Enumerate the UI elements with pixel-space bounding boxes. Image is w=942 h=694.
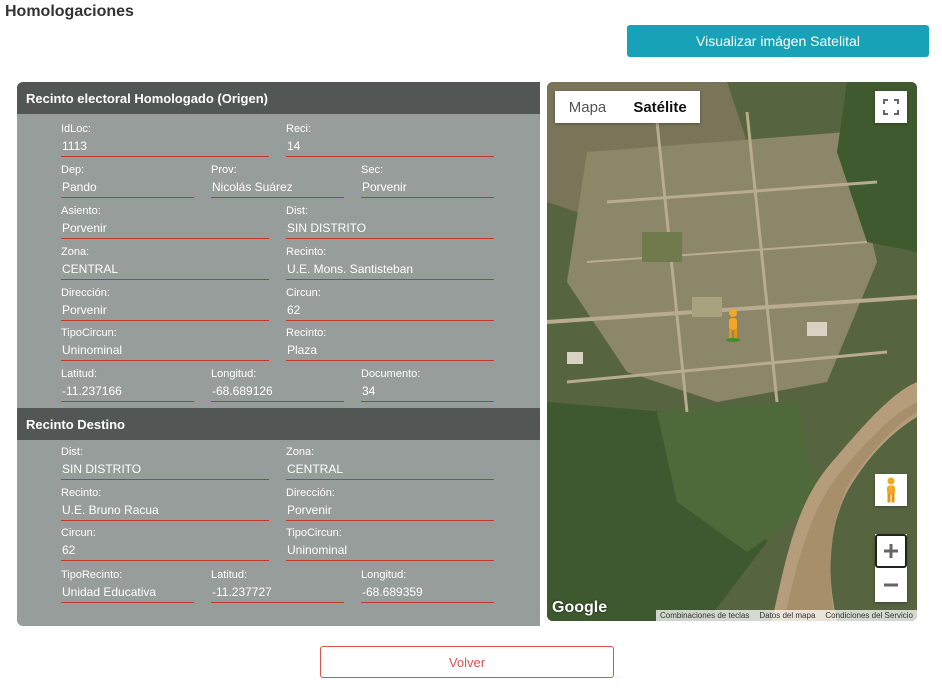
- origin-circun-value[interactable]: 62: [286, 300, 494, 321]
- origin-asiento-value[interactable]: Porvenir: [61, 218, 269, 239]
- destination-latitud-field: Latitud: -11.237727: [211, 568, 344, 603]
- zoom-control: [875, 534, 907, 602]
- origin-sec-field: Sec: Porvenir: [361, 163, 494, 198]
- origin-reci-value[interactable]: 14: [286, 136, 494, 157]
- destination-circun-value[interactable]: 62: [61, 540, 269, 561]
- satellite-imagery: [547, 82, 917, 621]
- destination-recinto-value[interactable]: U.E. Bruno Racua: [61, 500, 269, 521]
- homologation-panel: Recinto electoral Homologado (Origen) Id…: [17, 82, 540, 626]
- zoom-out-icon: [884, 583, 898, 587]
- destination-direccion-value[interactable]: Porvenir: [286, 500, 494, 521]
- destination-longitud-value[interactable]: -68.689359: [361, 582, 494, 603]
- pegman-icon: [887, 477, 895, 503]
- origin-dep-field: Dep: Pando: [61, 163, 194, 198]
- map-footer: Combinaciones de teclas Datos del mapa C…: [655, 610, 917, 621]
- terms-link[interactable]: Condiciones del Servicio: [825, 611, 913, 620]
- origin-direccion-field: Dirección: Porvenir: [61, 286, 269, 321]
- destination-recinto-field: Recinto: U.E. Bruno Racua: [61, 486, 269, 521]
- origin-documento-value[interactable]: 34: [361, 381, 494, 402]
- google-logo: Google: [552, 599, 608, 616]
- origin-zona-value[interactable]: CENTRAL: [61, 259, 269, 280]
- map-type-tabs: Mapa Satélite: [555, 91, 700, 123]
- pegman-marker-icon: [726, 309, 740, 342]
- origin-recinto2-value[interactable]: Plaza: [286, 340, 494, 361]
- fullscreen-button[interactable]: [875, 91, 907, 123]
- destination-direccion-field: Dirección: Porvenir: [286, 486, 494, 521]
- destination-dist-field: Dist: SIN DISTRITO: [61, 445, 269, 480]
- origin-sec-value[interactable]: Porvenir: [361, 177, 494, 198]
- destination-tiporecinto-field: TipoRecinto: Unidad Educativa: [61, 568, 194, 603]
- origin-idloc-field: IdLoc: 1113: [61, 122, 269, 157]
- origin-documento-field: Documento: 34: [361, 367, 494, 402]
- origin-dist-field: Dist: SIN DISTRITO: [286, 204, 494, 239]
- origin-latitud-field: Latitud: -11.237166: [61, 367, 194, 402]
- origin-longitud-value[interactable]: -68.689126: [211, 381, 344, 402]
- destination-longitud-field: Longitud: -68.689359: [361, 568, 494, 603]
- origin-zona-field: Zona: CENTRAL: [61, 245, 269, 280]
- destination-zona-field: Zona: CENTRAL: [286, 445, 494, 480]
- origin-dist-value[interactable]: SIN DISTRITO: [286, 218, 494, 239]
- origin-section-header: Recinto electoral Homologado (Origen): [17, 82, 540, 114]
- fullscreen-icon: [883, 99, 899, 115]
- page-title: Homologaciones: [5, 3, 134, 20]
- satellite-map[interactable]: Mapa Satélite Google Combinaciones de te…: [547, 82, 917, 621]
- origin-dep-value[interactable]: Pando: [61, 177, 194, 198]
- zoom-out-button[interactable]: [875, 568, 907, 602]
- destination-tipocircun-field: TipoCircun: Uninominal: [286, 526, 494, 561]
- origin-longitud-field: Longitud: -68.689126: [211, 367, 344, 402]
- destination-zona-value[interactable]: CENTRAL: [286, 459, 494, 480]
- map-data-link[interactable]: Datos del mapa: [759, 611, 815, 620]
- tab-mapa[interactable]: Mapa: [555, 91, 620, 123]
- destination-section-header: Recinto Destino: [17, 408, 540, 440]
- destination-latitud-value[interactable]: -11.237727: [211, 582, 344, 603]
- origin-recinto-value[interactable]: U.E. Mons. Santisteban: [286, 259, 494, 280]
- origin-idloc-value[interactable]: 1113: [61, 136, 269, 157]
- back-button[interactable]: Volver: [320, 646, 614, 678]
- origin-recinto-field: Recinto: U.E. Mons. Santisteban: [286, 245, 494, 280]
- destination-circun-field: Circun: 62: [61, 526, 269, 561]
- pegman-button[interactable]: [875, 474, 907, 506]
- tab-satelite[interactable]: Satélite: [620, 91, 700, 123]
- destination-tipocircun-value[interactable]: Uninominal: [286, 540, 494, 561]
- origin-asiento-field: Asiento: Porvenir: [61, 204, 269, 239]
- keyboard-shortcuts-link[interactable]: Combinaciones de teclas: [660, 611, 749, 620]
- origin-prov-field: Prov: Nicolás Suárez: [211, 163, 344, 198]
- zoom-in-icon: [884, 544, 898, 558]
- origin-prov-value[interactable]: Nicolás Suárez: [211, 177, 344, 198]
- zoom-in-button[interactable]: [875, 534, 907, 568]
- destination-tiporecinto-value[interactable]: Unidad Educativa: [61, 582, 194, 603]
- origin-tipocircun-value[interactable]: Uninominal: [61, 340, 269, 361]
- destination-dist-value[interactable]: SIN DISTRITO: [61, 459, 269, 480]
- origin-latitud-value[interactable]: -11.237166: [61, 381, 194, 402]
- view-satellite-button[interactable]: Visualizar imágen Satelital: [627, 25, 929, 57]
- origin-tipocircun-field: TipoCircun: Uninominal: [61, 326, 269, 361]
- origin-circun-field: Circun: 62: [286, 286, 494, 321]
- origin-direccion-value[interactable]: Porvenir: [61, 300, 269, 321]
- origin-reci-field: Reci: 14: [286, 122, 494, 157]
- origin-recinto2-field: Recinto: Plaza: [286, 326, 494, 361]
